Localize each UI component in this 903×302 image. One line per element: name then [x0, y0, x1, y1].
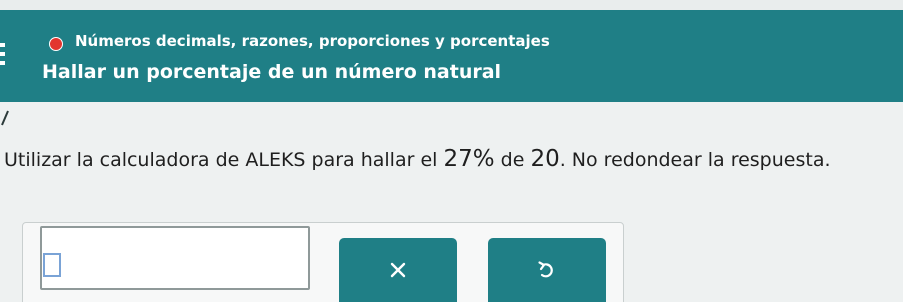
question-text-before: Utilizar la calculadora de ALEKS para ha…	[4, 149, 444, 171]
topic-title: Números decimals, razones, proporciones …	[75, 32, 550, 50]
answer-input[interactable]	[40, 226, 310, 290]
question-text-middle: de	[494, 149, 531, 171]
menu-icon-line	[0, 43, 5, 47]
question-text-after: . No redondear la respuesta.	[559, 149, 831, 171]
clear-button[interactable]	[339, 238, 457, 302]
header-bar: Números decimals, razones, proporciones …	[0, 10, 903, 102]
undo-icon	[538, 261, 553, 278]
menu-icon[interactable]	[0, 43, 6, 69]
progress-mark-icon	[1, 110, 9, 126]
question-number: 20	[530, 146, 560, 172]
x-icon	[390, 262, 406, 278]
top-strip	[0, 0, 903, 10]
question-text: Utilizar la calculadora de ALEKS para ha…	[4, 146, 831, 172]
undo-button[interactable]	[488, 238, 606, 302]
page: Números decimals, razones, proporciones …	[0, 0, 903, 302]
topic-status-dot	[49, 37, 63, 51]
question-percent: 27%	[443, 146, 495, 172]
subtopic-title: Hallar un porcentaje de un número natura…	[42, 61, 502, 83]
answer-input-cursor[interactable]	[43, 253, 61, 277]
menu-icon-line	[0, 52, 5, 56]
menu-icon-line	[0, 61, 5, 65]
